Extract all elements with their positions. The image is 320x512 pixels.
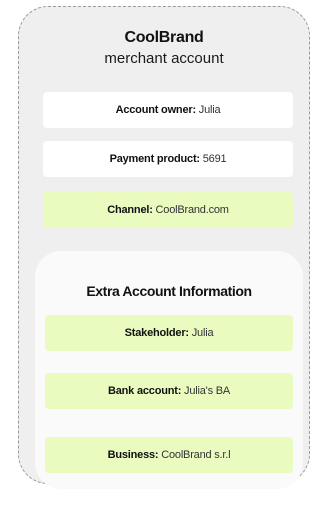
field-label: Business: bbox=[107, 449, 159, 461]
field-value: Julia bbox=[191, 327, 214, 339]
brand-subtitle: merchant account bbox=[104, 50, 224, 67]
field-label: Bank account: bbox=[107, 385, 182, 397]
business-field: Business: CoolBrand s.r.l bbox=[45, 437, 293, 473]
stakeholder-field: Stakeholder: Julia bbox=[45, 315, 293, 351]
extra-account-info-title: Extra Account Information bbox=[86, 283, 252, 299]
extra-account-info-card: Extra Account Information Stakeholder: J… bbox=[35, 251, 303, 489]
merchant-account-card: CoolBrand merchant account Account owner… bbox=[18, 6, 310, 489]
field-label: Account owner: bbox=[115, 104, 197, 116]
field-value: CoolBrand s.r.l bbox=[161, 449, 231, 461]
bank-account-field: Bank account: Julia's BA bbox=[45, 373, 293, 409]
field-value: CoolBrand.com bbox=[155, 204, 229, 216]
field-label: Payment product: bbox=[109, 153, 201, 165]
field-label: Stakeholder: bbox=[124, 327, 189, 339]
field-label: Channel: bbox=[107, 204, 153, 216]
payment-product-field: Payment product: 5691 bbox=[43, 141, 293, 177]
channel-field: Channel: CoolBrand.com bbox=[43, 192, 293, 228]
account-owner-field: Account owner: Julia bbox=[43, 92, 293, 128]
field-value: Julia's BA bbox=[184, 385, 231, 397]
brand-title: CoolBrand bbox=[124, 29, 204, 46]
field-value: Julia bbox=[198, 104, 221, 116]
field-value: 5691 bbox=[202, 153, 227, 165]
